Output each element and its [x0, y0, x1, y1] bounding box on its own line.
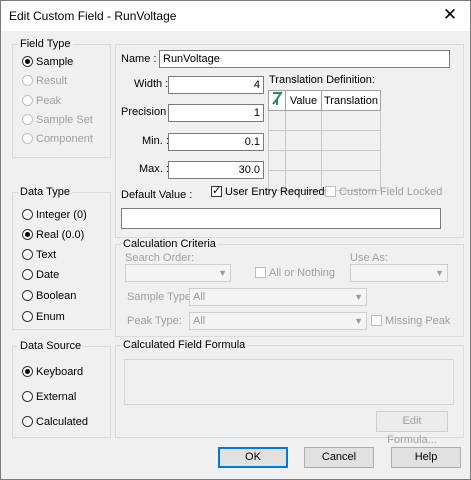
radio-dot — [22, 416, 33, 427]
ok-button[interactable]: OK — [218, 447, 288, 468]
radio-field-type-peak[interactable]: Peak — [22, 93, 61, 109]
sample-type-label: Sample Type: — [127, 291, 195, 303]
radio-dot — [22, 391, 33, 402]
peak-type-value: All — [193, 315, 206, 327]
formula-textbox[interactable] — [124, 359, 454, 405]
close-icon[interactable]: ✕ — [436, 4, 464, 26]
table-row — [268, 110, 381, 131]
window-title: Edit Custom Field - RunVoltage — [9, 9, 177, 23]
radio-field-type-component[interactable]: Component — [22, 131, 93, 147]
peak-type-dropdown[interactable]: All ▼ — [189, 312, 367, 330]
precision-input[interactable]: 1 — [168, 104, 264, 122]
translation-table[interactable]: Value Translation — [268, 90, 381, 191]
calculated-formula-label: Calculated Field Formula — [121, 339, 248, 351]
search-order-label: Search Order: — [125, 252, 195, 264]
translation-definition-label: Translation Definition: — [269, 74, 375, 86]
precision-label: Precision : — [121, 106, 173, 118]
checkbox-box — [255, 267, 266, 278]
radio-field-type-sample[interactable]: Sample — [22, 54, 73, 70]
table-row — [268, 150, 381, 171]
width-input[interactable]: 4 — [168, 76, 264, 94]
max-label: Max. : — [139, 163, 169, 175]
sample-type-value: All — [193, 291, 206, 303]
checkbox-box — [325, 186, 336, 197]
radio-data-type-boolean[interactable]: Boolean — [22, 288, 76, 304]
checkbox-box — [211, 184, 222, 197]
radio-data-source-calculated[interactable]: Calculated — [22, 414, 88, 430]
user-entry-required-checkbox[interactable]: User Entry Required — [211, 184, 325, 198]
help-button[interactable]: Help — [391, 447, 461, 468]
chevron-down-icon: ▼ — [354, 292, 363, 302]
data-type-label: Data Type — [18, 186, 72, 198]
column-header-value[interactable]: Value — [285, 90, 322, 111]
cancel-button[interactable]: Cancel — [304, 447, 374, 468]
chevron-down-icon: ▼ — [435, 268, 444, 278]
radio-data-type-integer[interactable]: Integer (0) — [22, 207, 87, 223]
radio-data-type-text[interactable]: Text — [22, 247, 56, 263]
checkbox-box — [371, 315, 382, 326]
radio-dot — [22, 229, 33, 240]
radio-dot — [22, 290, 33, 301]
radio-dot — [22, 366, 33, 377]
title-bar: Edit Custom Field - RunVoltage ✕ — [1, 1, 470, 31]
radio-data-type-real[interactable]: Real (0.0) — [22, 227, 84, 243]
search-order-dropdown[interactable]: ▼ — [125, 264, 231, 282]
chevron-down-icon: ▼ — [218, 268, 227, 278]
radio-field-type-result[interactable]: Result — [22, 73, 67, 89]
sample-type-dropdown[interactable]: All ▼ — [189, 288, 367, 306]
radio-dot — [22, 114, 33, 125]
custom-field-locked-checkbox[interactable]: Custom Field Locked — [325, 186, 442, 198]
edit-formula-button[interactable]: Edit Formula... — [376, 411, 448, 446]
field-type-label: Field Type — [18, 38, 73, 50]
radio-data-source-external[interactable]: External — [22, 389, 76, 405]
use-as-label: Use As: — [350, 252, 388, 264]
name-label: Name : — [121, 53, 157, 65]
radio-data-type-date[interactable]: Date — [22, 267, 59, 283]
table-row — [268, 130, 381, 151]
missing-peak-checkbox[interactable]: Missing Peak — [371, 315, 450, 327]
radio-dot — [22, 75, 33, 86]
name-input[interactable]: RunVoltage — [159, 50, 450, 68]
radio-dot — [22, 249, 33, 260]
radio-dot — [22, 133, 33, 144]
default-value-input[interactable] — [121, 208, 441, 229]
data-source-label: Data Source — [18, 340, 84, 352]
use-as-dropdown[interactable]: ▼ — [350, 264, 448, 282]
radio-dot — [22, 95, 33, 106]
column-header-translation[interactable]: Translation — [321, 90, 381, 111]
chevron-down-icon: ▼ — [354, 316, 363, 326]
default-value-label: Default Value : — [121, 189, 193, 201]
radio-dot — [22, 56, 33, 67]
radio-dot — [22, 209, 33, 220]
radio-dot — [22, 311, 33, 322]
radio-dot — [22, 269, 33, 280]
max-input[interactable]: 30.0 — [168, 161, 264, 179]
radio-data-source-keyboard[interactable]: Keyboard — [22, 364, 83, 380]
peak-type-label: Peak Type: — [127, 315, 182, 327]
calculation-criteria-label: Calculation Criteria — [121, 238, 218, 250]
all-or-nothing-checkbox[interactable]: All or Nothing — [255, 267, 335, 279]
min-label: Min. : — [142, 135, 169, 147]
radio-field-type-sample-set[interactable]: Sample Set — [22, 112, 93, 128]
dialog-window: Edit Custom Field - RunVoltage ✕ Field T… — [0, 0, 471, 480]
radio-data-type-enum[interactable]: Enum — [22, 309, 65, 325]
filter-icon — [272, 92, 283, 105]
min-input[interactable]: 0.1 — [168, 133, 264, 151]
translation-header-icon-cell — [268, 90, 286, 111]
width-label: Width : — [134, 78, 169, 90]
